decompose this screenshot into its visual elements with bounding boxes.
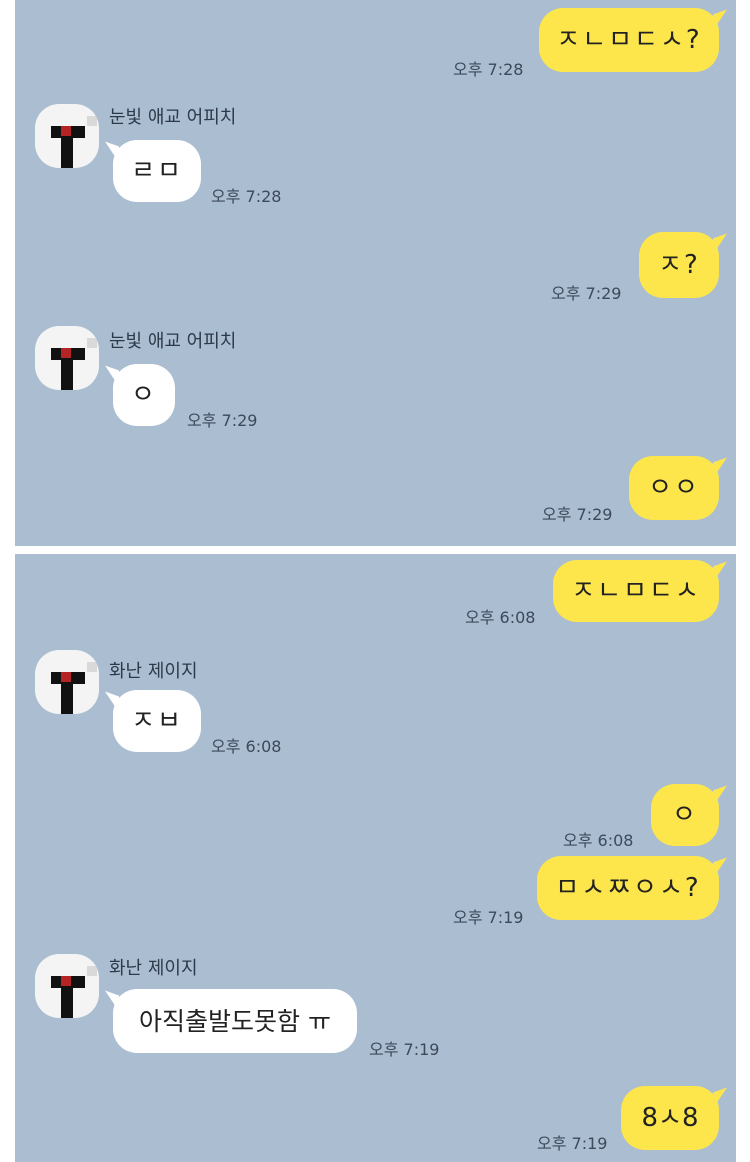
message-time: 오후 7:29 [187, 411, 258, 430]
panel-divider [15, 546, 736, 554]
avatar[interactable] [35, 104, 99, 168]
message-bubble[interactable]: ㅇㅇ [629, 456, 719, 520]
message-bubble[interactable]: ㅈㄴㅁㄷㅅ [553, 560, 719, 622]
message-time: 오후 7:19 [453, 908, 524, 927]
message-time: 오후 7:29 [542, 505, 613, 524]
message-bubble[interactable]: ㄹㅁ [113, 140, 201, 202]
message-time: 오후 7:19 [369, 1040, 440, 1059]
chat-panel-2: ㅈㄴㅁㄷㅅ 오후 6:08 화난 제이지 ㅈㅂ 오후 6:08 ㅇ 오후 6:0… [15, 554, 736, 1162]
message-bubble[interactable]: ㅈㄴㅁㄷㅅ? [539, 8, 719, 72]
message-time: 오후 7:28 [453, 60, 524, 79]
message-time: 오후 7:19 [537, 1134, 608, 1153]
message-bubble[interactable]: ㅈ? [639, 232, 719, 298]
message-bubble[interactable]: 8ㅅ8 [621, 1086, 719, 1150]
sender-name: 눈빛 애교 어피치 [109, 331, 237, 352]
message-bubble[interactable]: ㅇ [651, 784, 719, 846]
sender-name: 눈빛 애교 어피치 [109, 107, 237, 128]
message-time: 오후 6:08 [465, 608, 536, 627]
message-bubble[interactable]: ㅁㅅㅉㅇㅅ? [537, 856, 719, 920]
sender-name: 화난 제이지 [109, 958, 198, 979]
message-time: 오후 7:28 [211, 187, 282, 206]
message-bubble[interactable]: ㅇ [113, 364, 175, 426]
message-bubble[interactable]: ㅈㅂ [113, 690, 201, 752]
message-bubble[interactable]: 아직출발도못함 ㅠ [113, 989, 357, 1053]
message-time: 오후 6:08 [563, 831, 634, 850]
message-time: 오후 7:29 [551, 284, 622, 303]
avatar[interactable] [35, 326, 99, 390]
avatar[interactable] [35, 954, 99, 1018]
message-time: 오후 6:08 [211, 737, 282, 756]
chat-panel-1: ㅈㄴㅁㄷㅅ? 오후 7:28 눈빛 애교 어피치 ㄹㅁ 오후 7:28 ㅈ? 오… [15, 0, 736, 546]
avatar[interactable] [35, 650, 99, 714]
sender-name: 화난 제이지 [109, 661, 198, 682]
